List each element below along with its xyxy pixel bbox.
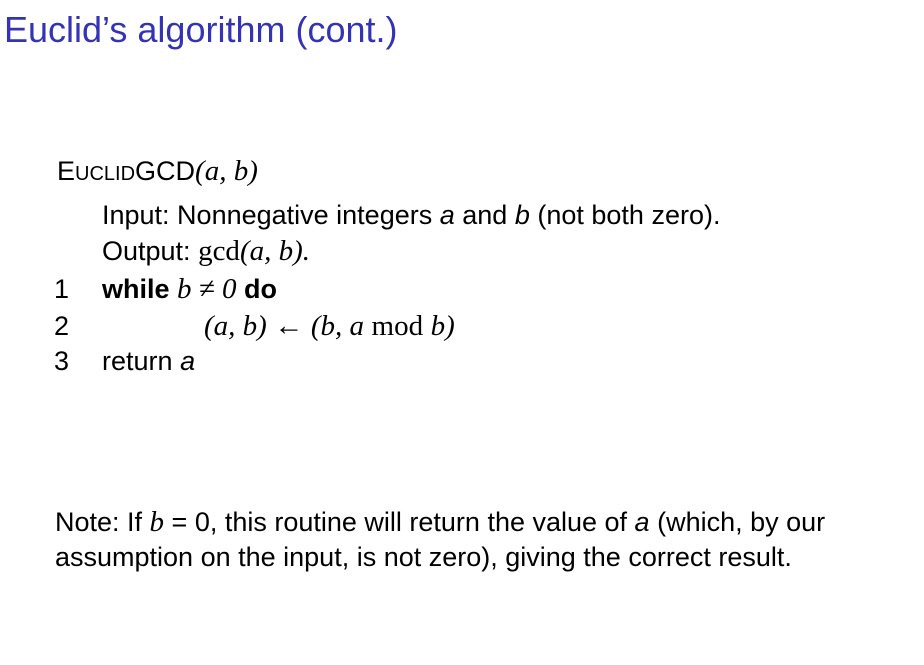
input-rest: (not both zero). bbox=[529, 200, 721, 230]
note-prefix: Note: If bbox=[55, 507, 150, 537]
note-var-b: b bbox=[149, 506, 165, 538]
procedure-name-tail: GCD bbox=[135, 156, 196, 186]
keyword-while: while bbox=[102, 274, 170, 304]
input-label: Input: Nonnegative integers bbox=[102, 200, 440, 230]
assign-rhs-open: (b, a bbox=[310, 310, 365, 342]
mod-operator: mod bbox=[371, 310, 424, 342]
input-text: Input: Nonnegative integers a and b (not… bbox=[102, 198, 720, 232]
note-var-a: a bbox=[634, 507, 650, 537]
line-3-text: return a bbox=[102, 344, 195, 378]
line-number: 2 bbox=[54, 311, 70, 341]
left-arrow-icon: ← bbox=[274, 310, 304, 342]
procedure-name: EUCLIDGCD(a, b) bbox=[57, 154, 258, 191]
loop-condition: b ≠ 0 bbox=[177, 273, 237, 305]
keyword-return: return bbox=[102, 346, 173, 376]
note-paragraph: Note: If b = 0, this routine will return… bbox=[55, 505, 885, 575]
output-text: Output: gcd(a, b). bbox=[102, 234, 310, 268]
line-2-text: (a, b) ← (b, a mod b) bbox=[204, 309, 455, 343]
assign-lhs: (a, b) bbox=[204, 310, 267, 342]
procedure-signature: (a, b) bbox=[195, 155, 258, 187]
procedure-name-smallcaps: UCLID bbox=[75, 163, 136, 185]
input-and: and bbox=[454, 200, 515, 230]
output-func: gcd bbox=[198, 235, 240, 267]
line-number: 3 bbox=[54, 346, 70, 376]
note-eq: = 0, this routine will return the value … bbox=[164, 507, 635, 537]
line-number: 1 bbox=[54, 274, 70, 304]
input-var-b: b bbox=[514, 200, 530, 230]
line-1-text: while b ≠ 0 do bbox=[102, 272, 277, 306]
return-value: a bbox=[180, 346, 196, 376]
output-args: (a, b). bbox=[239, 235, 311, 267]
input-var-a: a bbox=[439, 200, 455, 230]
assign-rhs-close: b) bbox=[430, 310, 455, 342]
procedure-name-first: E bbox=[57, 156, 76, 186]
slide-title: Euclid’s algorithm (cont.) bbox=[4, 9, 398, 50]
keyword-do: do bbox=[243, 274, 277, 304]
output-label: Output: bbox=[102, 236, 199, 266]
